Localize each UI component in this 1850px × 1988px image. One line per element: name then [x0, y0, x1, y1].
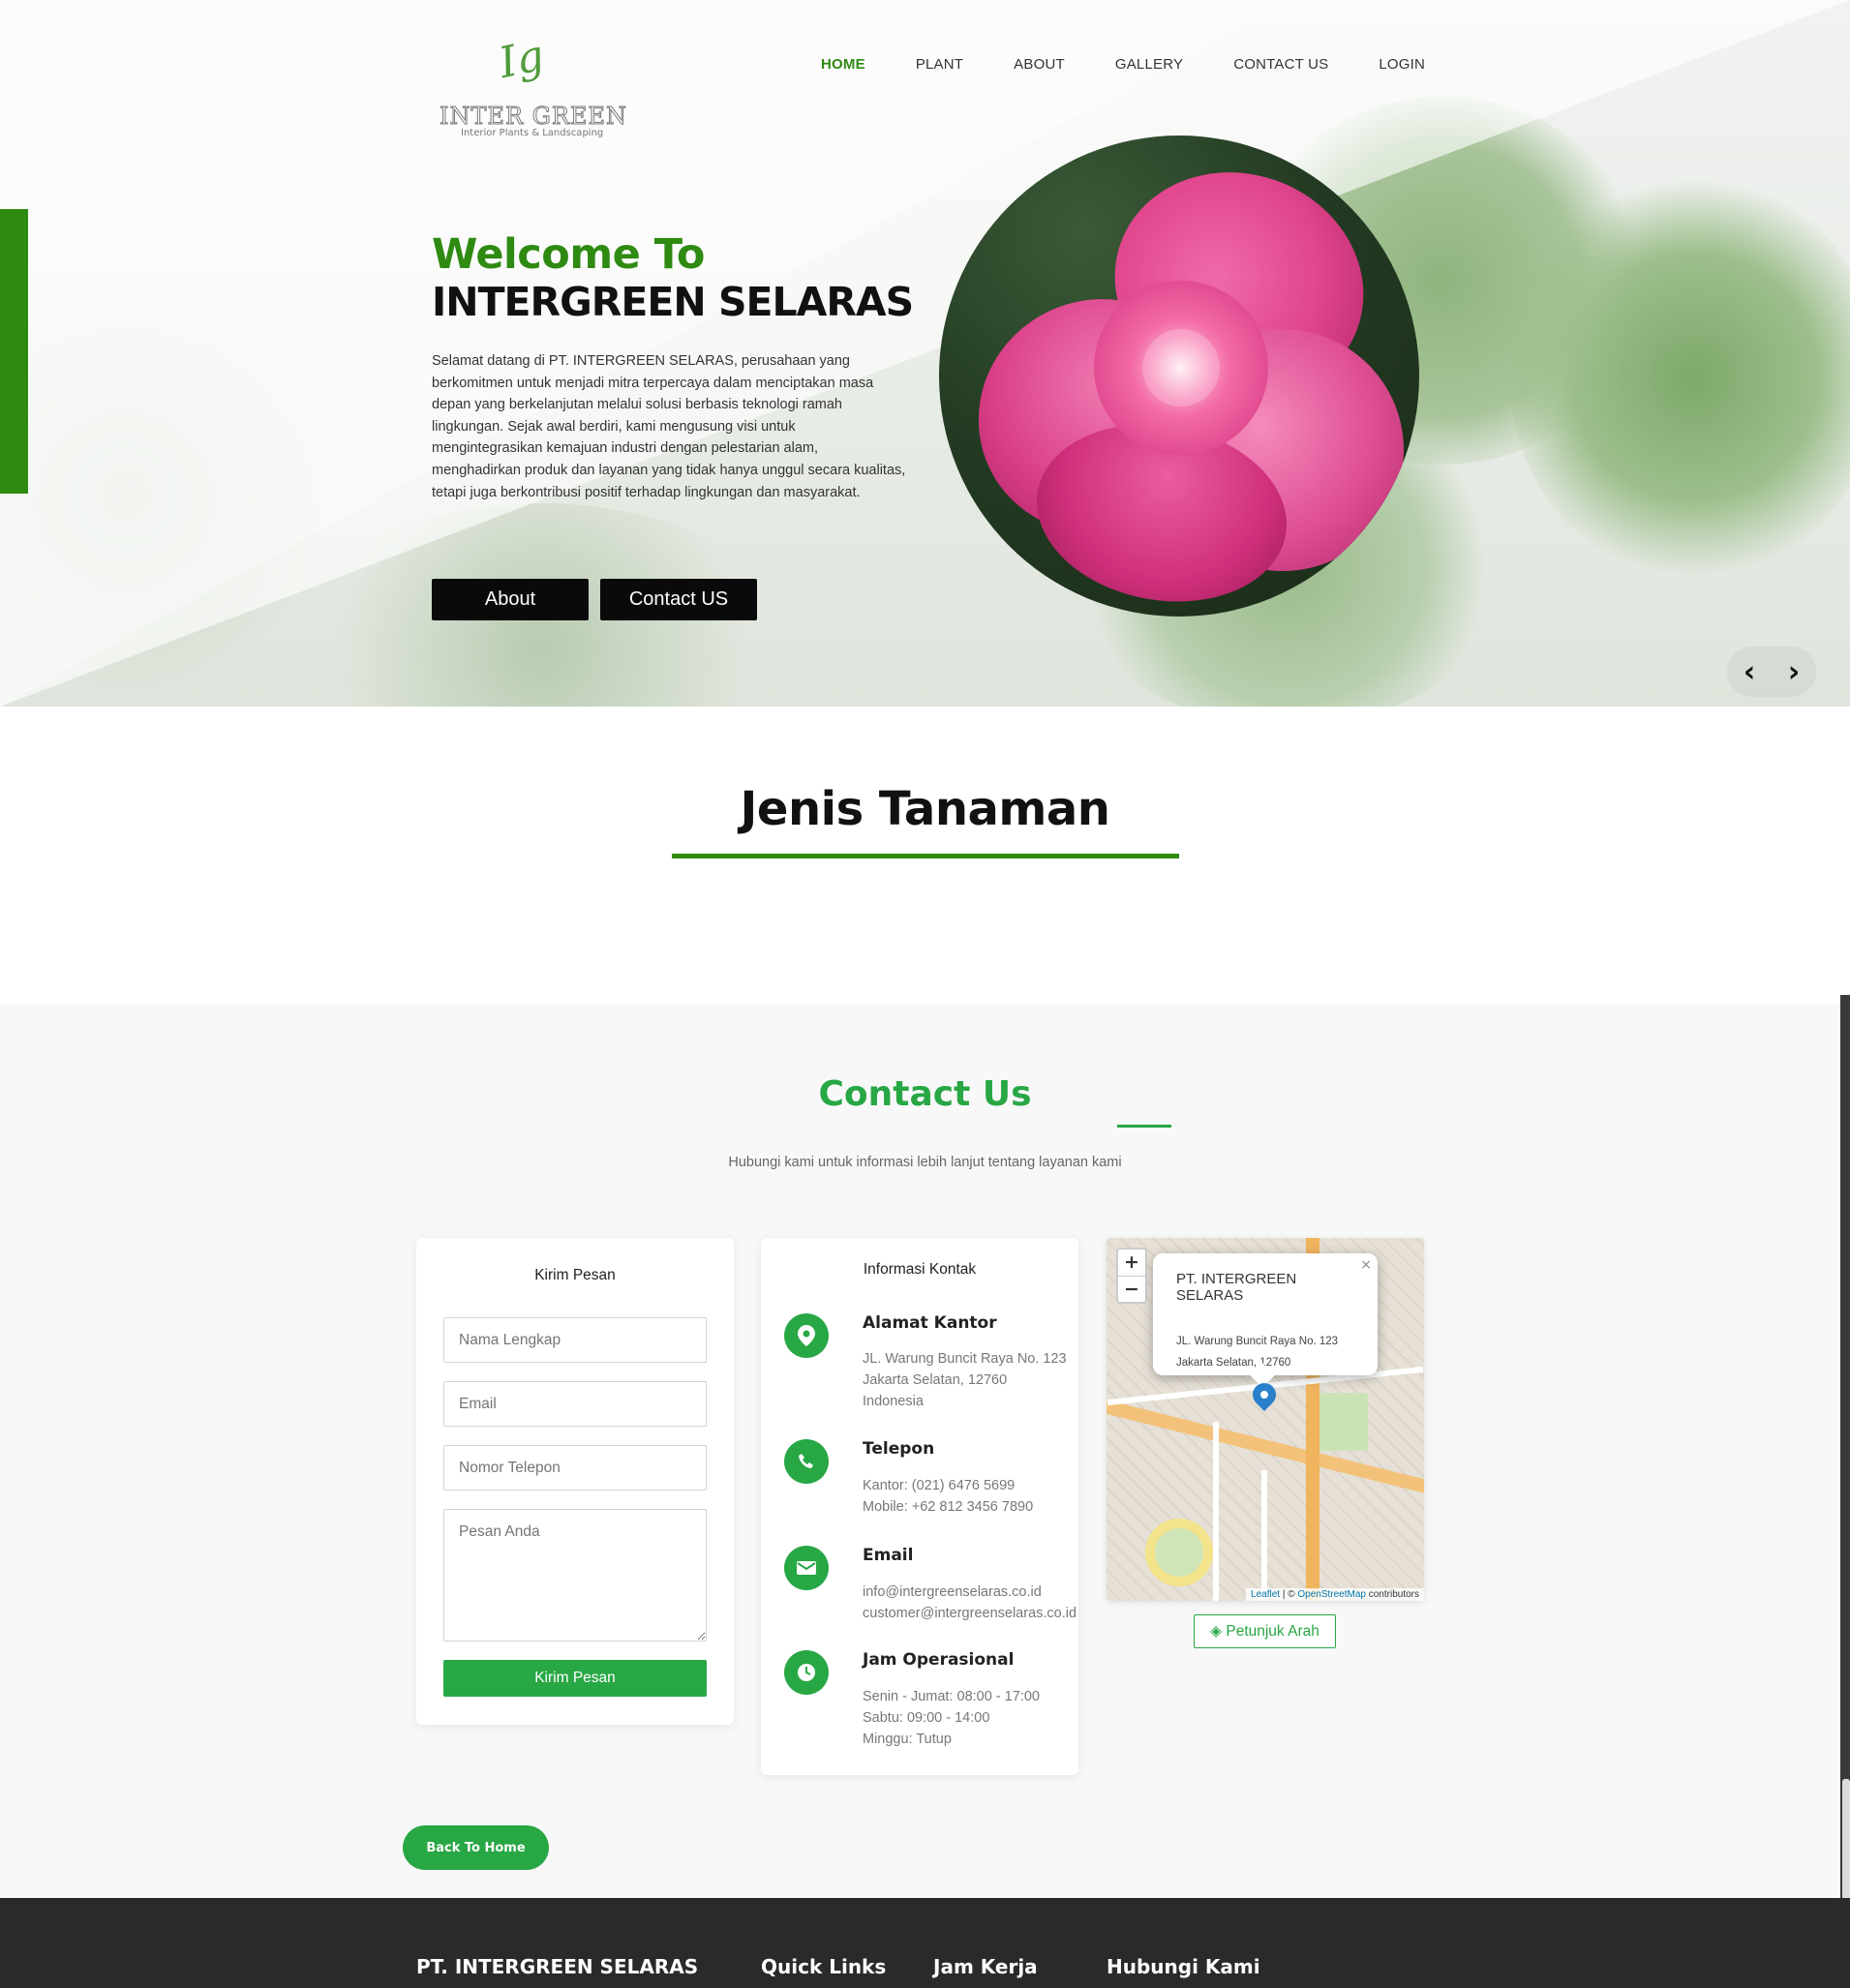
directions-icon: ◈: [1210, 1623, 1227, 1640]
message-textarea[interactable]: [443, 1509, 707, 1642]
scrollbar-thumb[interactable]: [1842, 1779, 1850, 1905]
footer-quick-links-heading: Quick Links: [761, 1955, 887, 1978]
scrollbar-track[interactable]: [1840, 995, 1850, 1911]
hero-section: Ig INTER GREEN Interior Plants & Landsca…: [0, 0, 1850, 707]
address-title: Alamat Kantor: [863, 1313, 997, 1333]
popup-title: PT. INTERGREEN SELARAS: [1176, 1271, 1297, 1304]
contact-title-underline: [1117, 1125, 1171, 1128]
nav-item-login[interactable]: LOGIN: [1379, 56, 1425, 73]
nav-item-about[interactable]: ABOUT: [1014, 56, 1065, 73]
hero-flower-image: [939, 136, 1419, 617]
phone-icon: [784, 1439, 829, 1484]
map-popup: PT. INTERGREEN SELARAS JL. Warung Buncit…: [1153, 1253, 1378, 1388]
phone-line: Mobile: +62 812 3456 7890: [863, 1499, 1034, 1515]
email-title: Email: [863, 1546, 914, 1565]
form-heading: Kirim Pesan: [534, 1267, 616, 1283]
hero-title-welcome: Welcome To: [432, 230, 705, 279]
contact-form-card: Kirim Pesan Kirim Pesan: [416, 1238, 734, 1725]
clock-icon: [784, 1650, 829, 1695]
hours-line: Senin - Jumat: 08:00 - 17:00: [863, 1689, 1040, 1704]
plants-title-underline: [672, 854, 1179, 858]
map-pin-icon: [784, 1313, 829, 1358]
phone-input[interactable]: [443, 1445, 707, 1491]
zoom-in-button[interactable]: +: [1118, 1250, 1145, 1276]
nav-item-contact-us[interactable]: CONTACT US: [1233, 56, 1328, 73]
nav-item-gallery[interactable]: GALLERY: [1115, 56, 1183, 73]
envelope-icon: [784, 1546, 829, 1590]
logo-tagline: Interior Plants & Landscaping: [461, 128, 604, 138]
phone-title: Telepon: [863, 1439, 935, 1459]
slider-prev-icon[interactable]: ‹: [1744, 655, 1755, 689]
footer-contact-heading: Hubungi Kami: [1107, 1955, 1260, 1978]
zoom-out-button[interactable]: −: [1118, 1276, 1145, 1302]
slider-next-icon[interactable]: ›: [1788, 655, 1800, 689]
contact-info-card: Informasi Kontak Alamat Kantor JL. Warun…: [761, 1238, 1078, 1775]
logo-name: INTER GREEN: [440, 103, 627, 131]
background-foliage: [1510, 174, 1850, 581]
main-nav: HOME PLANT ABOUT GALLERY CONTACT US LOGI…: [821, 56, 1475, 73]
hours-line: Sabtu: 09:00 - 14:00: [863, 1710, 990, 1726]
map-zoom-control: + −: [1116, 1248, 1147, 1304]
footer: [0, 1898, 1850, 1988]
name-input[interactable]: [443, 1317, 707, 1363]
hero-title-company: INTERGREEN SELARAS: [432, 279, 914, 325]
email-input[interactable]: [443, 1381, 707, 1427]
contact-subtitle: Hubungi kami untuk informasi lebih lanju…: [728, 1155, 1122, 1170]
logo[interactable]: Ig INTER GREEN Interior Plants & Landsca…: [438, 31, 631, 143]
about-button[interactable]: About: [432, 579, 589, 620]
send-message-button[interactable]: Kirim Pesan: [443, 1660, 707, 1697]
hero-description: Selamat datang di PT. INTERGREEN SELARAS…: [432, 353, 906, 500]
email-line[interactable]: customer@intergreenselaras.co.id: [863, 1606, 1077, 1621]
address-line: Jakarta Selatan, 12760: [863, 1372, 1008, 1388]
footer-company-heading: PT. INTERGREEN SELARAS: [416, 1955, 699, 1978]
nav-item-plant[interactable]: PLANT: [916, 56, 963, 73]
contact-section-title: Contact Us: [818, 1074, 1032, 1114]
directions-button[interactable]: ◈ Petunjuk Arah: [1194, 1614, 1336, 1648]
address-line: Indonesia: [863, 1394, 924, 1409]
back-to-home-button[interactable]: Back To Home: [403, 1825, 549, 1870]
location-map[interactable]: + − PT. INTERGREEN SELARAS JL. Warung Bu…: [1107, 1238, 1424, 1601]
info-heading: Informasi Kontak: [863, 1261, 977, 1278]
contact-us-button[interactable]: Contact US: [600, 579, 757, 620]
osm-link[interactable]: OpenStreetMap: [1297, 1589, 1366, 1600]
address-line: JL. Warung Buncit Raya No. 123: [863, 1351, 1067, 1367]
attribution-tail: contributors: [1365, 1589, 1419, 1600]
hours-line: Minggu: Tutup: [863, 1732, 952, 1747]
plants-section-title: Jenis Tanaman: [740, 782, 1110, 836]
attribution-separator: | ©: [1280, 1589, 1298, 1600]
leaflet-link[interactable]: Leaflet: [1251, 1589, 1280, 1600]
hours-title: Jam Operasional: [863, 1650, 1015, 1670]
popup-address-line: JL. Warung Buncit Raya No. 123: [1176, 1336, 1339, 1347]
slider-controls: ‹ ›: [1727, 647, 1816, 697]
phone-line: Kantor: (021) 6476 5699: [863, 1478, 1016, 1493]
side-accent-bar: [0, 209, 28, 494]
email-line[interactable]: info@intergreenselaras.co.id: [863, 1584, 1042, 1600]
directions-label: Petunjuk Arah: [1226, 1623, 1319, 1640]
map-attribution: Leaflet | © OpenStreetMap contributors: [1246, 1588, 1424, 1601]
popup-close-icon[interactable]: ×: [1360, 1257, 1372, 1273]
footer-hours-heading: Jam Kerja: [933, 1955, 1038, 1978]
nav-item-home[interactable]: HOME: [821, 56, 865, 73]
map-roundabout: [1145, 1519, 1213, 1586]
logo-mark: Ig: [495, 30, 549, 89]
